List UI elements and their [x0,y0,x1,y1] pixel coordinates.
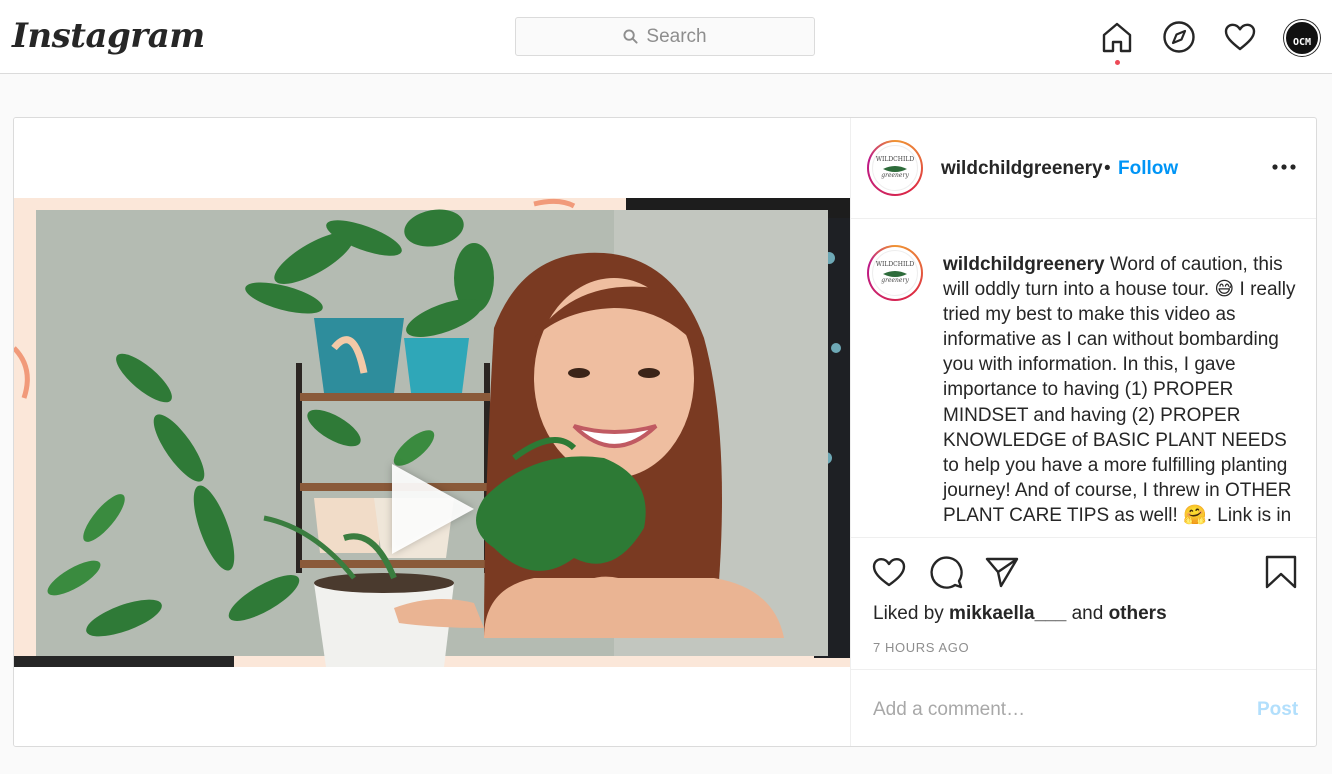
add-comment-section: Post [851,669,1316,746]
profile-avatar-text: OCM [1292,37,1312,48]
caption-body: Word of caution, this will oddly turn in… [943,254,1296,526]
liked-by-others[interactable]: others [1109,603,1167,624]
comment-input[interactable] [873,694,1233,726]
play-button[interactable] [374,428,494,554]
separator-dot: • [1104,158,1111,179]
share-send-icon[interactable] [984,554,1020,590]
post-comment-button[interactable]: Post [1257,699,1298,721]
post-timestamp[interactable]: 7 HOURS AGO [873,640,969,655]
post-sidebar: WILDCHILD greenery wildchildgreenery • F… [850,118,1316,746]
comment-icon[interactable] [928,554,964,590]
post-header: WILDCHILD greenery wildchildgreenery • F… [851,118,1316,219]
post-media [14,118,850,746]
likes-summary: Liked by mikkaella___ and others [873,603,1167,624]
save-bookmark-icon[interactable] [1263,554,1299,590]
caption-author-avatar[interactable]: WILDCHILD greenery [867,245,923,301]
like-heart-icon[interactable] [871,554,907,590]
more-options-icon[interactable] [1269,154,1299,180]
notification-dot [1115,60,1120,65]
post-card: WILDCHILD greenery wildchildgreenery • F… [13,117,1317,747]
caption-text: wildchildgreenery Word of caution, this … [943,252,1303,528]
explore-icon[interactable] [1162,20,1196,54]
post-actions: Liked by mikkaella___ and others 7 HOURS… [851,537,1316,669]
search-placeholder: Search [646,25,707,47]
caption-section: WILDCHILD greenery wildchildgreenery Wor… [851,219,1316,537]
author-avatar[interactable]: WILDCHILD greenery [867,140,923,196]
home-icon[interactable] [1100,20,1134,54]
author-username[interactable]: wildchildgreenery [941,158,1103,180]
video-player[interactable] [14,198,850,667]
caption-avatar-logo: WILDCHILD greenery [872,250,918,296]
top-navigation-bar: Instagram Search OCM [0,0,1332,74]
search-box[interactable]: Search [515,17,815,56]
instagram-logo[interactable]: Instagram [12,14,205,58]
caption-username[interactable]: wildchildgreenery [943,254,1105,275]
profile-avatar[interactable]: OCM [1284,20,1320,56]
follow-button[interactable]: Follow [1118,158,1178,180]
play-icon [392,464,474,554]
author-avatar-logo: WILDCHILD greenery [872,145,918,191]
liked-by-user[interactable]: mikkaella___ [949,603,1066,624]
activity-heart-icon[interactable] [1223,20,1257,54]
search-icon [623,29,638,44]
